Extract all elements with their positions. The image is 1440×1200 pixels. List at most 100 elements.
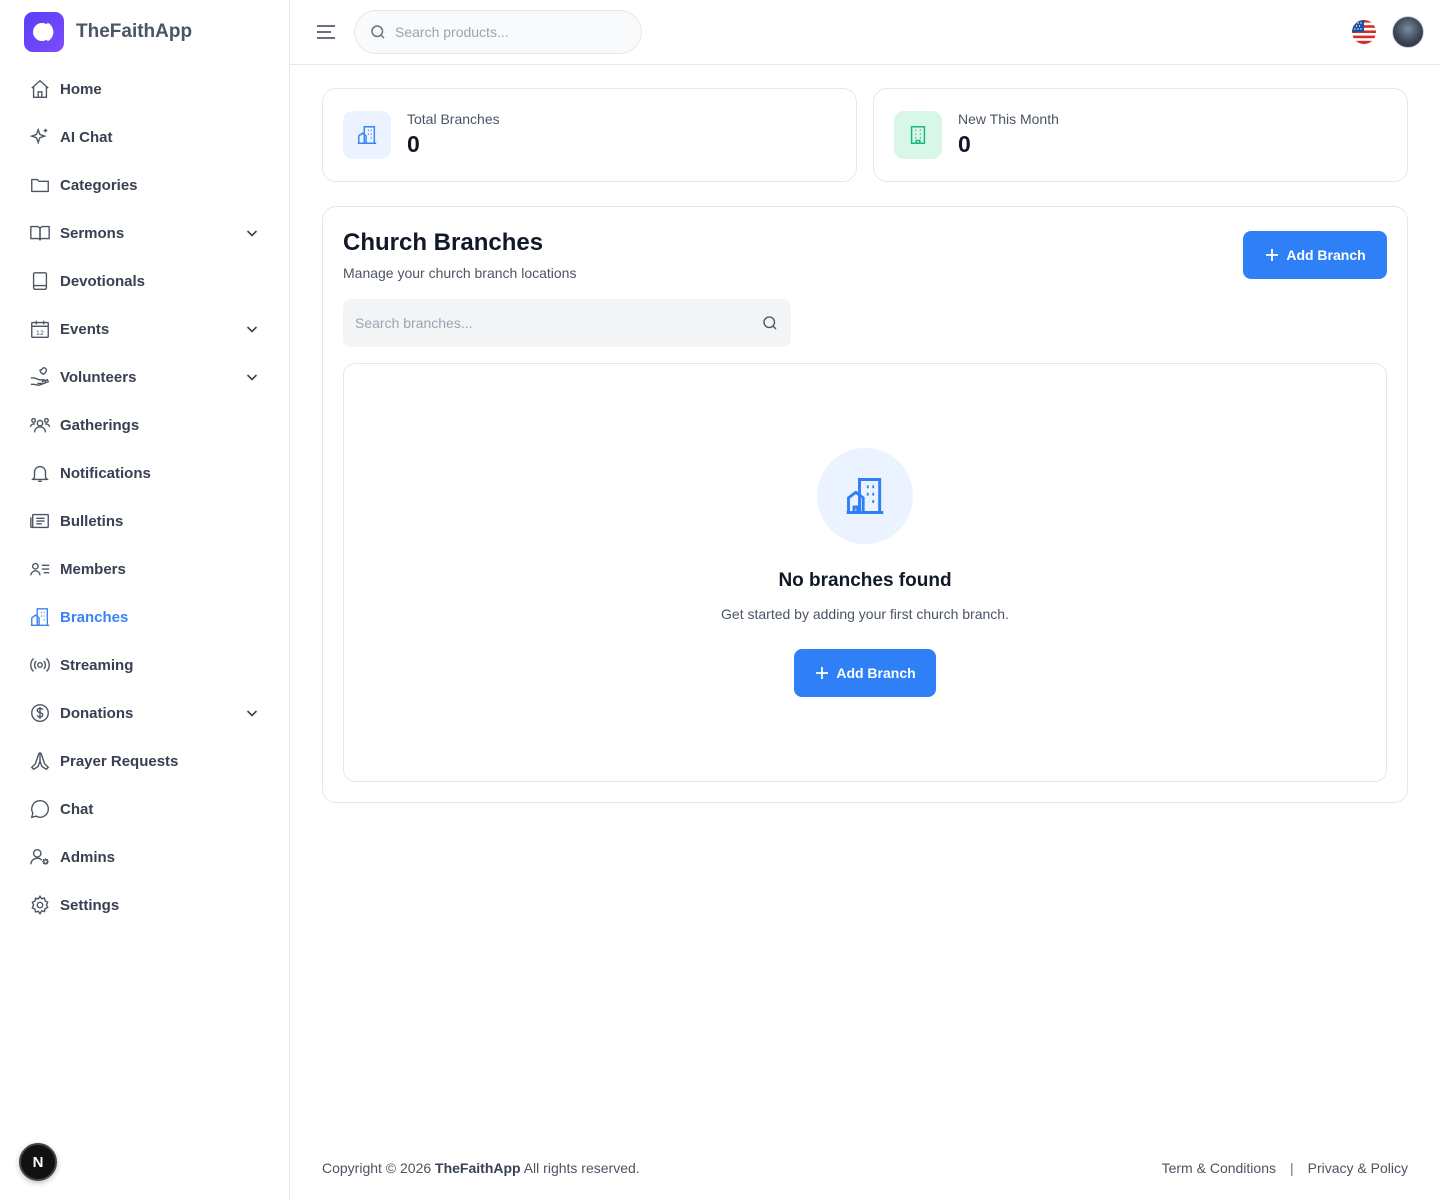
sidebar-item-home[interactable]: Home <box>16 65 274 113</box>
sidebar-item-branches[interactable]: Branches <box>16 593 274 641</box>
footer-separator: | <box>1290 1160 1294 1176</box>
sidebar-item-events[interactable]: 12 Events <box>16 305 274 353</box>
empty-state-title: No branches found <box>778 570 952 591</box>
privacy-link[interactable]: Privacy & Policy <box>1308 1160 1408 1176</box>
stat-value: 0 <box>407 131 420 157</box>
dev-tools-badge[interactable]: N <box>19 1143 57 1181</box>
gear-icon <box>28 893 52 917</box>
sidebar-item-label: Settings <box>60 896 120 914</box>
sidebar-item-label: Devotionals <box>60 272 146 290</box>
terms-link[interactable]: Term & Conditions <box>1162 1160 1276 1176</box>
calendar-icon: 12 <box>28 317 52 341</box>
app-logo-icon <box>24 12 64 52</box>
add-branch-empty-button[interactable]: Add Branch <box>794 649 936 697</box>
sidebar-item-label: Volunteers <box>60 368 137 386</box>
sidebar-item-label: Chat <box>60 800 94 818</box>
menu-toggle-button[interactable] <box>314 20 338 44</box>
broadcast-icon <box>28 653 52 677</box>
copyright-prefix: Copyright © 2026 <box>322 1160 432 1176</box>
sidebar-item-streaming[interactable]: Streaming <box>16 641 274 689</box>
search-icon <box>371 25 385 39</box>
sidebar-item-label: Streaming <box>60 656 134 674</box>
sidebar-item-label: Bulletins <box>60 512 124 530</box>
us-flag-icon[interactable] <box>1352 20 1376 44</box>
branches-panel: Church Branches Manage your church branc… <box>322 206 1408 803</box>
user-cog-icon <box>28 845 52 869</box>
plus-icon <box>1266 249 1279 261</box>
chevron-down-icon[interactable] <box>244 225 260 241</box>
sidebar-item-categories[interactable]: Categories <box>16 161 274 209</box>
footer-links: Term & Conditions | Privacy & Policy <box>1162 1160 1408 1176</box>
branch-search-input[interactable] <box>355 315 761 331</box>
building-icon <box>28 605 52 629</box>
chevron-down-icon[interactable] <box>244 321 260 337</box>
empty-state: No branches found Get started by adding … <box>343 363 1387 782</box>
empty-state-subtitle: Get started by adding your first church … <box>721 606 1009 622</box>
sidebar-item-notifications[interactable]: Notifications <box>16 449 274 497</box>
search-input[interactable] <box>395 24 615 40</box>
hand-heart-icon <box>28 365 52 389</box>
newspaper-icon <box>28 509 52 533</box>
copyright-suffix: All rights reserved. <box>523 1160 640 1176</box>
sidebar-item-chat[interactable]: Chat <box>16 785 274 833</box>
page-subtitle: Manage your church branch locations <box>343 265 577 281</box>
sidebar-item-label: Events <box>60 320 110 338</box>
sidebar-item-label: Home <box>60 80 102 98</box>
sidebar-item-label: Members <box>60 560 126 578</box>
sidebar-item-devotionals[interactable]: Devotionals <box>16 257 274 305</box>
building-icon <box>817 448 913 544</box>
home-icon <box>28 77 52 101</box>
stat-label: Total Branches <box>407 111 500 127</box>
search-icon <box>763 316 777 330</box>
sidebar-item-bulletins[interactable]: Bulletins <box>16 497 274 545</box>
sidebar-item-label: Admins <box>60 848 116 866</box>
sidebar-item-label: Donations <box>60 704 134 722</box>
book-icon <box>28 269 52 293</box>
sidebar-item-label: Notifications <box>60 464 151 482</box>
copyright: Copyright © 2026 TheFaithApp All rights … <box>322 1160 640 1176</box>
hamburger-icon <box>317 25 335 39</box>
praying-hands-icon <box>28 749 52 773</box>
user-avatar[interactable] <box>1392 16 1424 48</box>
sidebar-item-prayer-requests[interactable]: Prayer Requests <box>16 737 274 785</box>
app-name: TheFaithApp <box>76 21 193 42</box>
svg-text:12: 12 <box>36 329 44 337</box>
sidebar-item-donations[interactable]: Donations <box>16 689 274 737</box>
sidebar-item-admins[interactable]: Admins <box>16 833 274 881</box>
bell-icon <box>28 461 52 485</box>
folder-icon <box>28 173 52 197</box>
sidebar: TheFaithApp Home AI Chat Categories Serm… <box>0 0 290 1200</box>
sidebar-item-label: Branches <box>60 608 129 626</box>
building-icon <box>343 111 391 159</box>
user-list-icon <box>28 557 52 581</box>
top-header <box>290 0 1440 65</box>
sidebar-item-sermons[interactable]: Sermons <box>16 209 274 257</box>
brand[interactable]: TheFaithApp <box>24 12 192 52</box>
dollar-circle-icon <box>28 701 52 725</box>
stat-card-new-this-month: New This Month 0 <box>873 88 1408 182</box>
add-branch-button[interactable]: Add Branch <box>1243 231 1387 279</box>
branch-search[interactable] <box>343 299 791 347</box>
book-open-icon <box>28 221 52 245</box>
sidebar-item-label: Gatherings <box>60 416 140 434</box>
page-title: Church Branches <box>343 229 544 256</box>
chevron-down-icon[interactable] <box>244 705 260 721</box>
chevron-down-icon[interactable] <box>244 369 260 385</box>
sidebar-item-label: Prayer Requests <box>60 752 179 770</box>
users-icon <box>28 413 52 437</box>
sidebar-item-settings[interactable]: Settings <box>16 881 274 929</box>
stat-card-total-branches: Total Branches 0 <box>322 88 857 182</box>
chat-bubble-icon <box>28 797 52 821</box>
footer: Copyright © 2026 TheFaithApp All rights … <box>322 1160 1408 1180</box>
sidebar-item-members[interactable]: Members <box>16 545 274 593</box>
sidebar-item-label: Sermons <box>60 224 125 242</box>
sidebar-item-volunteers[interactable]: Volunteers <box>16 353 274 401</box>
sidebar-item-label: AI Chat <box>60 128 113 146</box>
stat-value: 0 <box>958 131 971 157</box>
product-search[interactable] <box>354 10 642 54</box>
sidebar-item-ai-chat[interactable]: AI Chat <box>16 113 274 161</box>
sidebar-nav: Home AI Chat Categories Sermons Devotion… <box>16 65 274 929</box>
add-branch-label: Add Branch <box>1286 247 1366 263</box>
sidebar-item-gatherings[interactable]: Gatherings <box>16 401 274 449</box>
sparkle-icon <box>28 125 52 149</box>
